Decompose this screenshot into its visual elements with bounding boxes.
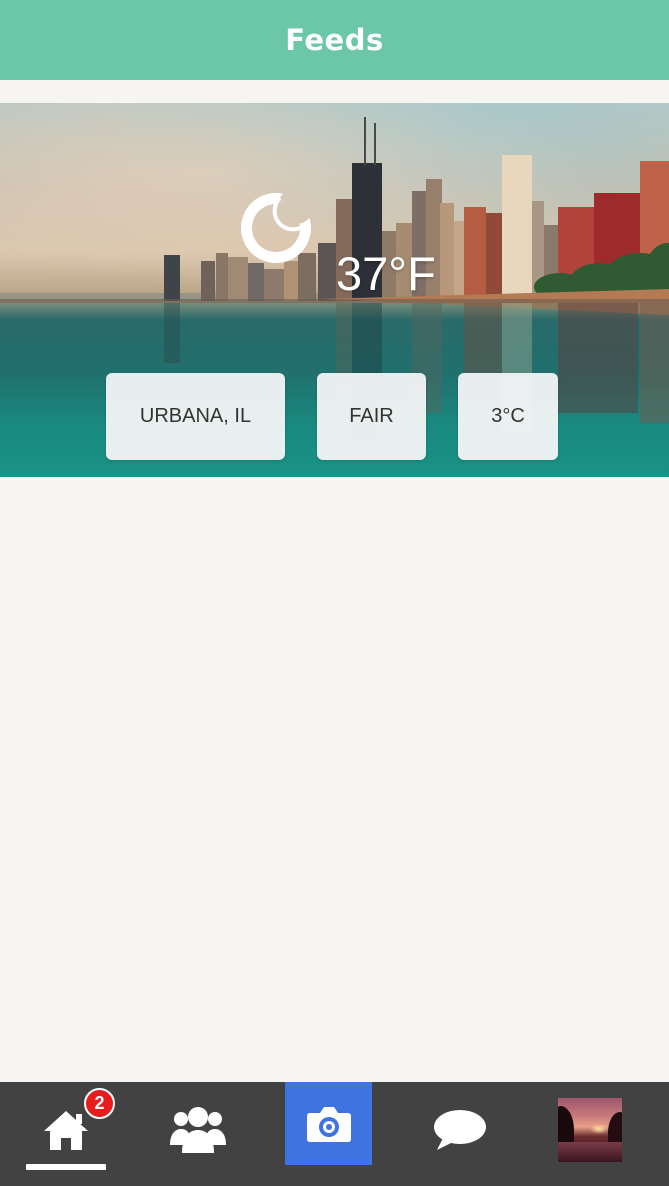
location-chip[interactable]: URBANA, IL bbox=[106, 373, 285, 460]
bottom-tab-bar: 2 bbox=[0, 1082, 669, 1186]
page-title: Feeds bbox=[285, 23, 384, 57]
tab-camera[interactable] bbox=[285, 1082, 372, 1165]
camera-icon bbox=[306, 1106, 351, 1142]
profile-thumbnail bbox=[558, 1098, 622, 1162]
temperature-fahrenheit: 37°F bbox=[336, 247, 436, 300]
moon-icon bbox=[241, 193, 311, 263]
tab-friends[interactable] bbox=[156, 1082, 240, 1178]
weather-card: 37°F URBANA, IL FAIR 3°C bbox=[0, 103, 669, 477]
app-header: Feeds bbox=[0, 0, 669, 80]
condition-chip[interactable]: FAIR bbox=[317, 373, 426, 460]
weather-overlay: 37°F URBANA, IL FAIR 3°C bbox=[0, 103, 669, 477]
users-icon bbox=[170, 1107, 226, 1153]
speech-bubble-icon bbox=[434, 1110, 486, 1150]
temperature-celsius-chip[interactable]: 3°C bbox=[458, 373, 558, 460]
notification-badge: 2 bbox=[84, 1088, 115, 1119]
home-icon bbox=[44, 1111, 88, 1150]
tab-profile[interactable] bbox=[556, 1082, 624, 1178]
tab-messages[interactable] bbox=[418, 1082, 502, 1178]
selected-tab-indicator bbox=[26, 1164, 106, 1170]
